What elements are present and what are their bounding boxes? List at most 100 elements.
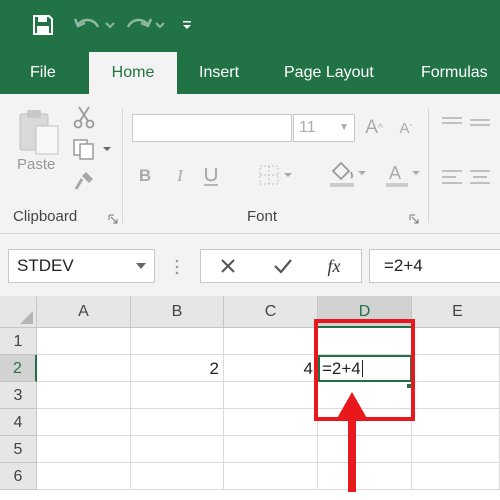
row-header-3[interactable]: 3: [0, 382, 37, 409]
cell-a4[interactable]: [37, 409, 131, 436]
cell-c3[interactable]: [224, 382, 318, 409]
caret-down-icon: ˇ: [409, 123, 413, 133]
tab-formulas[interactable]: Formulas: [421, 52, 488, 94]
row-header-4[interactable]: 4: [0, 409, 37, 436]
save-button[interactable]: [26, 10, 60, 40]
enter-button[interactable]: [269, 250, 297, 282]
cell-e5[interactable]: [412, 436, 500, 463]
cut-icon: [73, 106, 95, 129]
font-group-label: Font: [247, 208, 278, 225]
name-box[interactable]: STDEV: [8, 249, 155, 283]
tab-file[interactable]: File: [30, 52, 56, 94]
column-header-e[interactable]: E: [412, 296, 500, 328]
name-box-value: STDEV: [17, 256, 74, 275]
insert-function-icon[interactable]: fx: [319, 250, 349, 282]
formula-input[interactable]: =2+4: [369, 249, 500, 283]
underline-icon: [204, 168, 218, 186]
cell-d5[interactable]: [318, 436, 412, 463]
cell-d6[interactable]: [318, 463, 412, 490]
formula-bar-buttons: fx: [200, 249, 362, 283]
svg-text:A: A: [389, 163, 401, 183]
cell-e2[interactable]: [412, 355, 500, 382]
formula-bar: STDEV fx =2+4: [0, 234, 500, 296]
grow-font-label: A: [365, 117, 378, 138]
row-header-5[interactable]: 5: [0, 436, 37, 463]
fill-color-icon: [330, 161, 366, 187]
borders-icon: [259, 165, 292, 185]
align-left-icon[interactable]: [442, 168, 462, 188]
cell-b2[interactable]: 2: [131, 355, 224, 382]
cancel-button[interactable]: [215, 250, 241, 282]
tab-insert[interactable]: Insert: [199, 52, 239, 94]
worksheet-grid: A B C D E 1 2 3 4 5 6 2 4 =2+4: [0, 296, 500, 500]
fill-handle[interactable]: [406, 383, 412, 389]
row-header-2[interactable]: 2: [0, 355, 37, 382]
undo-button[interactable]: [70, 10, 120, 40]
cell-b4[interactable]: [131, 409, 224, 436]
column-header-b[interactable]: B: [131, 296, 224, 328]
paste-label: Paste: [17, 156, 56, 173]
cell-b3[interactable]: [131, 382, 224, 409]
cell-a3[interactable]: [37, 382, 131, 409]
grow-font-button[interactable]: A ^: [364, 114, 384, 142]
column-header-c[interactable]: C: [224, 296, 318, 328]
cell-a6[interactable]: [37, 463, 131, 490]
cell-a1[interactable]: [37, 328, 131, 355]
dialog-launcher-icon[interactable]: [108, 214, 118, 224]
font-size-select[interactable]: 11 ▼: [293, 114, 355, 142]
copy-icon: [73, 139, 111, 160]
cell-c1[interactable]: [224, 328, 318, 355]
underline-button[interactable]: [198, 162, 224, 190]
cell-b5[interactable]: [131, 436, 224, 463]
cancel-icon: [221, 259, 235, 273]
paste-button[interactable]: [10, 104, 66, 190]
enter-icon: [274, 259, 292, 274]
copy-button[interactable]: [70, 136, 114, 162]
bold-button[interactable]: B: [134, 162, 156, 190]
cell-b6[interactable]: [131, 463, 224, 490]
cell-c6[interactable]: [224, 463, 318, 490]
format-painter-button[interactable]: [70, 168, 98, 194]
cell-d2-editing[interactable]: =2+4: [318, 355, 412, 382]
cell-e1[interactable]: [412, 328, 500, 355]
caret-up-icon: ^: [377, 122, 383, 134]
italic-button[interactable]: I: [169, 162, 191, 190]
cell-d3[interactable]: [318, 382, 412, 409]
chevron-down-icon: ▼: [339, 122, 349, 133]
customize-qat-button[interactable]: [176, 10, 198, 40]
font-name-select[interactable]: [132, 114, 292, 142]
fill-color-button[interactable]: [325, 158, 369, 190]
cell-e6[interactable]: [412, 463, 500, 490]
resize-grip-icon[interactable]: [175, 258, 179, 276]
font-color-button[interactable]: A: [382, 158, 422, 190]
redo-button[interactable]: [120, 10, 170, 40]
cell-c2[interactable]: 4: [224, 355, 318, 382]
column-header-d[interactable]: D: [318, 296, 412, 328]
middle-align-icon[interactable]: [470, 116, 490, 130]
select-all-button[interactable]: [0, 296, 37, 328]
cell-a5[interactable]: [37, 436, 131, 463]
column-header-a[interactable]: A: [37, 296, 131, 328]
font-size-value: 11: [299, 119, 316, 136]
cell-d1[interactable]: [318, 328, 412, 355]
cell-b1[interactable]: [131, 328, 224, 355]
tab-page-layout[interactable]: Page Layout: [284, 52, 374, 94]
cell-d4[interactable]: [318, 409, 412, 436]
align-center-icon[interactable]: [470, 168, 490, 188]
borders-button[interactable]: [256, 160, 296, 190]
cell-c5[interactable]: [224, 436, 318, 463]
cell-e4[interactable]: [412, 409, 500, 436]
save-icon: [33, 15, 53, 35]
dialog-launcher-icon[interactable]: [409, 214, 419, 224]
chevron-down-icon[interactable]: [136, 263, 146, 269]
row-header-6[interactable]: 6: [0, 463, 37, 490]
top-align-icon[interactable]: [442, 116, 462, 130]
shrink-font-button[interactable]: Aˇ: [396, 114, 416, 142]
cut-button[interactable]: [70, 104, 98, 130]
cell-c4[interactable]: [224, 409, 318, 436]
text-cursor: [361, 360, 363, 377]
row-header-1[interactable]: 1: [0, 328, 37, 355]
tab-home[interactable]: Home: [89, 52, 177, 94]
cell-e3[interactable]: [412, 382, 500, 409]
cell-a2[interactable]: [37, 355, 131, 382]
